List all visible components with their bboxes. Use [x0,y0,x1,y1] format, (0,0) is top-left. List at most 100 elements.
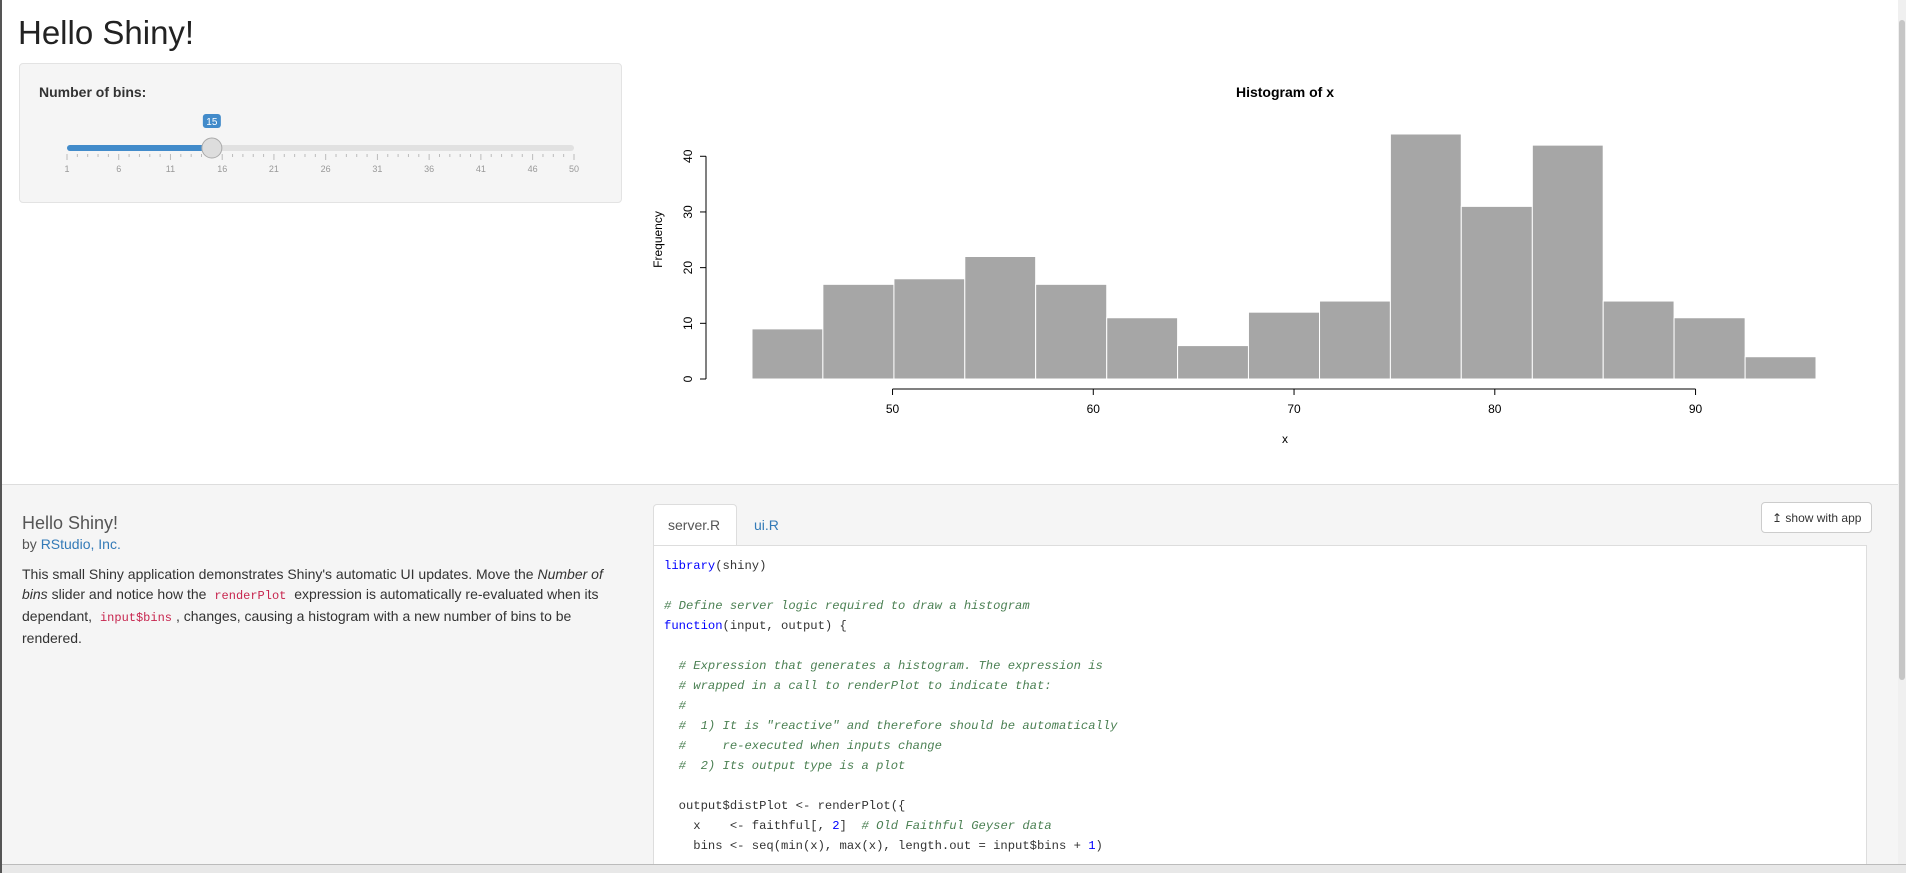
x-tick-label: 70 [1287,402,1301,416]
slider-tick-label: 31 [372,164,382,174]
slider-handle[interactable] [201,137,223,159]
slider-tick-label: 50 [569,164,579,174]
code-line: # [664,696,1856,716]
inline-code-renderplot: renderPlot [214,589,287,603]
code-line: # Define server logic required to draw a… [664,596,1856,616]
histogram-bar [1673,317,1746,380]
x-tick-label: 60 [1087,402,1101,416]
code-keyword: library [664,559,716,573]
chart-title: Histogram of x [1236,84,1334,100]
code-line: # 1) It is "reactive" and therefore shou… [664,716,1856,736]
code-text: x <- faithful[, [664,819,833,833]
code-line: output$distPlot <- renderPlot({ [664,796,1856,816]
histogram-bar [751,328,824,380]
histogram-plot: Histogram of x 0 10 20 30 40 Frequency 50 60 70 80… [650,70,1890,460]
y-tick-label: 30 [681,205,695,219]
description-title: Hello Shiny! [22,513,119,533]
code-comment: # [664,699,686,713]
slider-tick-label: 26 [321,164,331,174]
code-comment: # Expression that generates a histogram.… [664,659,1103,673]
code-comment: # wrapped in a call to renderPlot to ind… [664,679,1052,693]
show-with-app-button[interactable]: ↥ show with app [1761,502,1873,533]
slider-tick-label: 36 [424,164,434,174]
histogram-bar [1460,205,1533,380]
code-line: # wrapped in a call to renderPlot to ind… [664,676,1856,696]
window-bottom-edge [2,864,1906,873]
slider-track-svg[interactable]: 1 6 11 16 21 26 31 36 41 46 5015 [50,104,595,194]
histogram-bar [1247,311,1321,380]
description-text: This small Shiny application demonstrate… [22,564,612,648]
slider-tick-label: 6 [116,164,121,174]
code-comment: # 1) It is "reactive" and therefore shou… [664,719,1118,733]
code-line: # re-executed when inputs change [664,736,1856,756]
showcase-panel: Hello Shiny! by RStudio, Inc. This small… [2,484,1900,865]
code-line: ​ [664,636,1856,656]
x-tick-label: 90 [1689,402,1703,416]
desc-text-2: slider and notice how the [51,586,207,602]
code-text: ) [1095,839,1103,853]
histogram-bar [893,278,966,380]
x-tick-label: 50 [886,402,900,416]
slider-tick-label: 16 [217,164,227,174]
show-with-app-label: show with app [1785,510,1862,525]
code-text: (shiny) [715,559,767,573]
code-text: ] [839,819,862,833]
code-line: x <- faithful[, 2] # Old Faithful Geyser… [664,816,1856,836]
app-description: Hello Shiny! by RStudio, Inc. This small… [22,513,612,648]
x-axis-label: x [1282,432,1288,446]
author-link[interactable]: RStudio, Inc. [41,536,121,552]
code-line: library(shiny) [664,556,1856,576]
code-line: ​ [664,576,1856,596]
code-line: ​ [664,776,1856,796]
code-keyword: function [664,619,723,633]
vertical-scrollbar[interactable] [1898,0,1906,873]
code-number: 2 [832,819,840,833]
code-text: bins <- seq(min(x), max(x), length.out =… [664,839,1089,853]
histogram-bar [1106,317,1179,380]
histogram-bar [964,256,1037,380]
histogram-bar [1602,300,1675,380]
code-comment: # Define server logic required to draw a… [664,599,1030,613]
code-line: # Expression that generates a histogram.… [664,656,1856,676]
histogram-svg: Histogram of x 0 10 20 30 40 Frequency 50 60 70 80… [651,84,1817,446]
slider-tick-label: 21 [269,164,279,174]
y-tick-label: 40 [681,149,695,163]
slider-tick-label: 46 [528,164,538,174]
y-tick-label: 0 [681,375,695,382]
y-tick-label: 20 [681,261,695,275]
histogram-bar [1531,144,1604,380]
tab-server-r[interactable]: server.R [653,504,737,546]
scrollbar-thumb[interactable] [1899,20,1905,680]
slider-value-label: 15 [206,117,218,128]
desc-text-1: This small Shiny application demonstrate… [22,566,534,582]
bins-slider[interactable]: 1 6 11 16 21 26 31 36 41 46 50 15 [50,104,595,194]
code-comment: # re-executed when inputs change [664,739,942,753]
x-tick-label: 80 [1488,402,1502,416]
y-tick-label: 10 [681,316,695,330]
inline-code-input-bins: input$bins [99,611,172,625]
code-comment: # 2) Its output type is a plot [664,759,906,773]
tab-ui-r[interactable]: ui.R [739,504,803,546]
code-text: (input, output) { [722,619,847,633]
slider-tick-label: 1 [64,164,69,174]
sidebar-panel: Number of bins: 1 6 11 16 21 26 31 36 41 46 50 15 [19,63,622,203]
histogram-bar [1177,345,1249,380]
code-line: function(input, output) { [664,616,1856,636]
app-top-panel: Hello Shiny! Number of bins: 1 6 11 16 21 26 3… [2,0,1900,484]
source-code: library(shiny)​# Define server logic req… [654,546,1866,864]
histogram-bar [1744,356,1817,380]
histogram-bar [1389,133,1462,380]
histogram-bar [1035,283,1108,380]
slider-tick-label: 41 [476,164,486,174]
by-prefix: by [22,536,37,552]
description-byline: by RStudio, Inc. [22,536,612,552]
code-viewer: library(shiny)​# Define server logic req… [653,545,1867,865]
code-text: output$distPlot <- renderPlot({ [664,799,906,813]
y-axis-label: Frequency [651,211,665,268]
histogram-bar [822,283,895,380]
code-number: 1 [1088,839,1096,853]
bins-slider-label: Number of bins: [39,84,147,100]
slider-tick-label: 11 [166,164,175,174]
up-arrow-icon: ↥ [1772,510,1783,525]
code-line: # 2) Its output type is a plot [664,756,1856,776]
